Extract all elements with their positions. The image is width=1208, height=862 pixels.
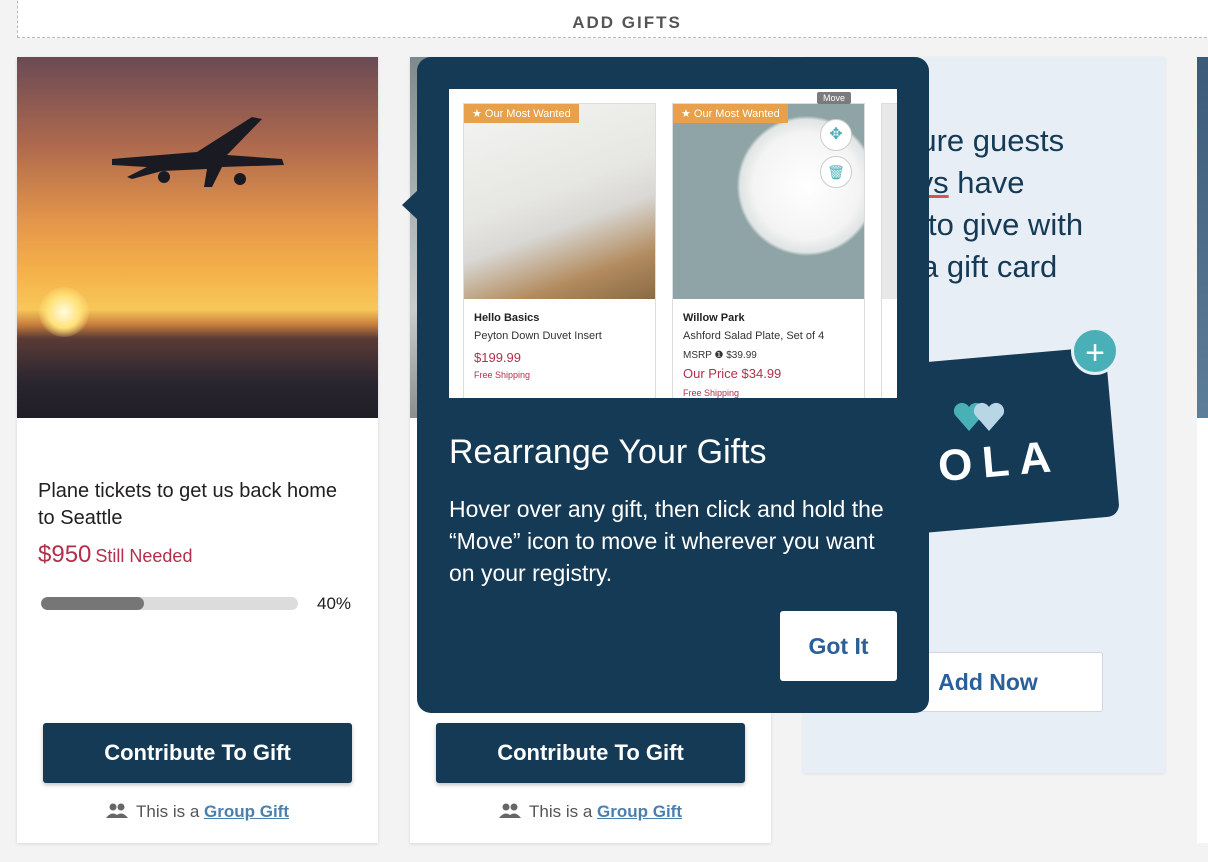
group-people-icon xyxy=(105,803,128,818)
preview-brand: Willow Park xyxy=(683,312,745,324)
preview-msrp: MSRP ❶ $39.99 xyxy=(683,350,757,361)
gift-card-partial-right[interactable] xyxy=(1197,57,1208,843)
preview-our-price: Our Price $34.99 xyxy=(683,366,782,381)
most-wanted-badge: ★ Our Most Wanted xyxy=(673,104,788,123)
tooltip-title: Rearrange Your Gifts xyxy=(449,433,767,471)
partial-image xyxy=(882,104,897,299)
sun-shape xyxy=(39,287,89,337)
still-needed-amount: $950 Still Needed xyxy=(38,541,192,569)
preview-move-label: Move xyxy=(817,92,852,104)
move-arrows-icon: ✥ xyxy=(820,119,852,151)
group-people-icon xyxy=(498,803,521,818)
gift-card-plane-tickets[interactable]: Plane tickets to get us back home to Sea… xyxy=(17,57,378,843)
got-it-button[interactable]: Got It xyxy=(780,611,897,681)
group-gift-link[interactable]: Group Gift xyxy=(597,802,682,821)
preview-name: Peyton Down Duvet Insert xyxy=(474,330,602,342)
tooltip-arrow xyxy=(402,190,418,220)
preview-brand: Hello Basics xyxy=(474,312,540,324)
contribution-progress-bar xyxy=(41,597,298,610)
group-gift-note: This is a Group Gift xyxy=(410,802,771,822)
preview-shipping: Free Shipping xyxy=(474,370,531,380)
add-gifts-label: ADD GIFTS xyxy=(572,13,682,32)
gift-title: Plane tickets to get us back home to Sea… xyxy=(38,480,338,529)
progress-percent: 40% xyxy=(317,594,352,613)
preview-gift-tile-partial xyxy=(881,103,897,398)
amount-label: Still Needed xyxy=(95,546,193,566)
group-gift-prefix: This is a xyxy=(528,802,593,821)
preview-gift-tile-duvet: ★ Our Most Wanted Hello Basics Peyton Do… xyxy=(463,103,656,398)
zola-logo-word: OLA xyxy=(936,431,1063,492)
gift-image-partial xyxy=(1197,57,1208,418)
most-wanted-badge: ★ Our Most Wanted xyxy=(464,104,579,123)
duvet-image xyxy=(464,104,655,299)
tooltip-body: Hover over any gift, then click and hold… xyxy=(449,496,884,586)
group-gift-note: This is a Group Gift xyxy=(17,802,378,822)
gift-image-airplane-sunset xyxy=(17,57,378,418)
plus-icon[interactable]: + xyxy=(1071,327,1119,375)
progress-fill xyxy=(41,597,144,610)
airplane-icon xyxy=(112,117,284,187)
amount-value: $950 xyxy=(38,541,92,568)
zola-hearts-logo-icon xyxy=(953,402,1005,431)
preview-price: $199.99 xyxy=(474,350,521,365)
contribute-to-gift-button[interactable]: Contribute To Gift xyxy=(436,723,745,783)
add-gifts-bar[interactable]: ADD GIFTS xyxy=(17,0,1208,38)
preview-name: Ashford Salad Plate, Set of 4 xyxy=(683,330,825,342)
promo-line-2-rest: have xyxy=(948,165,1025,200)
contribute-to-gift-button[interactable]: Contribute To Gift xyxy=(43,723,352,783)
group-gift-prefix: This is a xyxy=(135,802,200,821)
group-gift-link[interactable]: Group Gift xyxy=(204,802,289,821)
rearrange-gifts-tooltip: ★ Our Most Wanted Hello Basics Peyton Do… xyxy=(417,57,929,713)
preview-shipping: Free Shipping xyxy=(683,388,740,398)
trash-icon: 🗑 xyxy=(820,156,852,188)
rearrange-preview-image: ★ Our Most Wanted Hello Basics Peyton Do… xyxy=(449,89,897,398)
